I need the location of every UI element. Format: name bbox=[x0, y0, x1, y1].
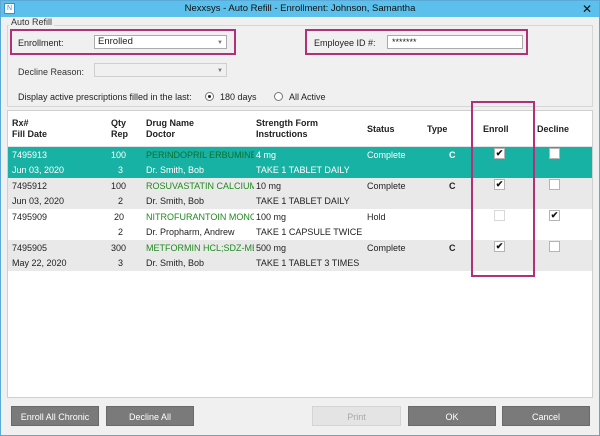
strength: 100 mg bbox=[256, 212, 287, 222]
type: C bbox=[449, 150, 456, 160]
qty: 100 bbox=[111, 181, 127, 191]
status: Complete bbox=[367, 150, 406, 160]
employee-id-label: Employee ID #: bbox=[314, 38, 376, 48]
decline-reason-select[interactable]: ▼ bbox=[94, 63, 227, 77]
decline-checkbox[interactable] bbox=[549, 148, 560, 159]
radio-all-active[interactable] bbox=[274, 92, 283, 101]
qty: 100 bbox=[111, 150, 127, 160]
instructions: TAKE 1 TABLET DAILY bbox=[256, 165, 350, 175]
rep: 3 bbox=[118, 258, 124, 268]
type: C bbox=[449, 243, 456, 253]
decline-checkbox[interactable]: ✔ bbox=[549, 210, 560, 221]
enrollment-select[interactable]: Enrolled ▼ bbox=[94, 35, 227, 49]
drug-name: ROSUVASTATIN CALCIUM bbox=[146, 181, 254, 191]
ok-button[interactable]: OK bbox=[408, 406, 496, 426]
rx-number: 7495913 bbox=[12, 150, 48, 160]
instructions: TAKE 1 TABLET 3 TIMES DA bbox=[256, 258, 362, 268]
print-button[interactable]: Print bbox=[312, 406, 401, 426]
instructions: TAKE 1 TABLET DAILY bbox=[256, 196, 350, 206]
title-bar[interactable]: N Nexxsys - Auto Refill - Enrollment: Jo… bbox=[1, 1, 599, 17]
rx-number: 7495905 bbox=[12, 243, 48, 253]
status: Complete bbox=[367, 181, 406, 191]
radio-all-active-label[interactable]: All Active bbox=[289, 92, 326, 102]
enrollment-value: Enrolled bbox=[98, 36, 133, 47]
employee-id-field[interactable]: ******* bbox=[387, 35, 523, 49]
header-strength-form[interactable]: Strength Form bbox=[256, 118, 318, 129]
header-qty[interactable]: Qty bbox=[111, 118, 126, 129]
radio-180-days-label[interactable]: 180 days bbox=[220, 92, 257, 102]
qty: 300 bbox=[111, 243, 127, 253]
header-decline[interactable]: Decline bbox=[537, 124, 569, 135]
decline-checkbox[interactable] bbox=[549, 241, 560, 252]
display-filter-label: Display active prescriptions filled in t… bbox=[18, 92, 192, 102]
doctor: Dr. Smith, Bob bbox=[146, 165, 205, 175]
auto-refill-window: N Nexxsys - Auto Refill - Enrollment: Jo… bbox=[0, 0, 600, 436]
instructions: TAKE 1 CAPSULE TWICE DA bbox=[256, 227, 362, 237]
auto-refill-legend: Auto Refill bbox=[9, 17, 55, 27]
rx-number: 7495909 bbox=[12, 212, 48, 222]
decline-all-button[interactable]: Decline All bbox=[106, 406, 194, 426]
decline-checkbox[interactable] bbox=[549, 179, 560, 190]
chevron-down-icon: ▼ bbox=[217, 68, 223, 74]
drug-name: METFORMIN HCL;SDZ-ME bbox=[146, 243, 254, 253]
strength: 10 mg bbox=[256, 181, 282, 191]
window-title: Nexxsys - Auto Refill - Enrollment: John… bbox=[184, 3, 416, 14]
enrollment-label: Enrollment: bbox=[18, 38, 64, 48]
close-icon[interactable]: ✕ bbox=[579, 1, 595, 17]
fill-date: May 22, 2020 bbox=[12, 258, 67, 268]
drug-name: NITROFURANTOIN MONC bbox=[146, 212, 254, 222]
rx-number: 7495912 bbox=[12, 181, 48, 191]
fill-date: Jun 03, 2020 bbox=[12, 165, 65, 175]
chevron-down-icon: ▼ bbox=[217, 40, 223, 46]
status: Complete bbox=[367, 243, 406, 253]
enroll-all-chronic-button[interactable]: Enroll All Chronic bbox=[11, 406, 99, 426]
type: C bbox=[449, 181, 456, 191]
rep: 2 bbox=[118, 227, 124, 237]
header-rx[interactable]: Rx# bbox=[12, 118, 29, 129]
header-status[interactable]: Status bbox=[367, 124, 395, 135]
strength: 500 mg bbox=[256, 243, 287, 253]
doctor: Dr. Propharm, Andrew bbox=[146, 227, 235, 237]
drug-name: PERINDOPRIL ERBUMINE bbox=[146, 150, 254, 160]
rep: 3 bbox=[118, 165, 124, 175]
header-instructions[interactable]: Instructions bbox=[256, 129, 308, 140]
doctor: Dr. Smith, Bob bbox=[146, 258, 205, 268]
decline-reason-label: Decline Reason: bbox=[18, 67, 85, 77]
enroll-column-highlight-box bbox=[471, 101, 535, 277]
fill-date: Jun 03, 2020 bbox=[12, 196, 65, 206]
cancel-button[interactable]: Cancel bbox=[502, 406, 590, 426]
header-drug-name[interactable]: Drug Name bbox=[146, 118, 194, 129]
header-fill-date[interactable]: Fill Date bbox=[12, 129, 47, 140]
header-doctor[interactable]: Doctor bbox=[146, 129, 175, 140]
rep: 2 bbox=[118, 196, 124, 206]
header-rep[interactable]: Rep bbox=[111, 129, 128, 140]
status: Hold bbox=[367, 212, 386, 222]
radio-180-days[interactable] bbox=[205, 92, 214, 101]
header-type[interactable]: Type bbox=[427, 124, 447, 135]
doctor: Dr. Smith, Bob bbox=[146, 196, 205, 206]
strength: 4 mg bbox=[256, 150, 277, 160]
qty: 20 bbox=[114, 212, 125, 222]
